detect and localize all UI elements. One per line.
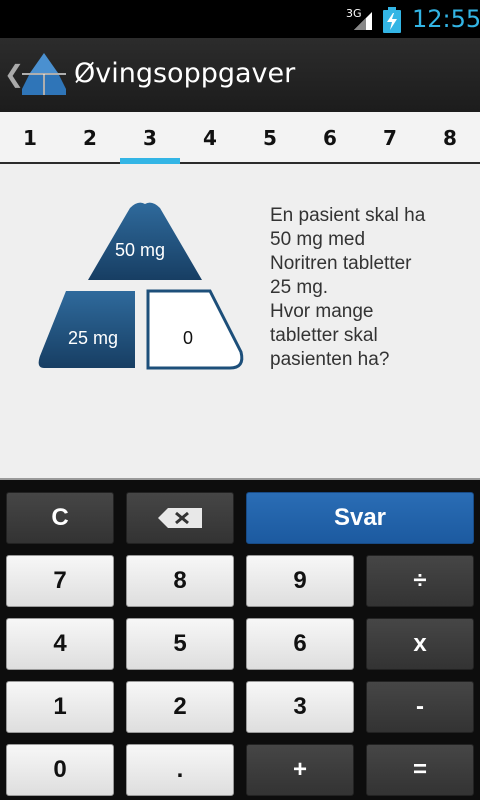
tab-2[interactable]: 2 bbox=[60, 112, 120, 162]
pyramid-top-value: 50 mg bbox=[115, 240, 165, 260]
divide-button[interactable]: ÷ bbox=[366, 555, 474, 607]
question-text: En pasient skal ha 50 mg med Noritren ta… bbox=[270, 204, 470, 372]
answer-box[interactable] bbox=[146, 289, 244, 370]
backspace-button[interactable] bbox=[126, 492, 234, 544]
tab-8[interactable]: 8 bbox=[420, 112, 480, 162]
question-line: 50 mg med bbox=[270, 229, 366, 250]
app-logo-icon[interactable] bbox=[20, 51, 68, 97]
tab-1[interactable]: 1 bbox=[0, 112, 60, 162]
question-line: pasienten ha? bbox=[270, 349, 390, 370]
clock: 12:55 bbox=[412, 5, 480, 33]
calculator-keypad: C Svar 7 8 9 ÷ 4 5 6 x 1 2 3 - 0 . + = bbox=[0, 480, 480, 800]
digit-3-button[interactable]: 3 bbox=[246, 681, 354, 733]
dosage-pyramid: 50 mg 25 mg 0 bbox=[38, 202, 244, 370]
digit-9-button[interactable]: 9 bbox=[246, 555, 354, 607]
exercise-tabs: 1 2 3 4 5 6 7 8 bbox=[0, 112, 480, 164]
digit-8-button[interactable]: 8 bbox=[126, 555, 234, 607]
clear-button[interactable]: C bbox=[6, 492, 114, 544]
battery-charging-icon bbox=[383, 7, 401, 33]
tab-5[interactable]: 5 bbox=[240, 112, 300, 162]
digit-4-button[interactable]: 4 bbox=[6, 618, 114, 670]
tab-4[interactable]: 4 bbox=[180, 112, 240, 162]
action-bar: ❮ Øvingsoppgaver bbox=[0, 38, 480, 112]
signal-icon bbox=[354, 12, 372, 30]
digit-5-button[interactable]: 5 bbox=[126, 618, 234, 670]
page-title: Øvingsoppgaver bbox=[74, 58, 296, 89]
plus-button[interactable]: + bbox=[246, 744, 354, 796]
question-line: 25 mg. bbox=[270, 277, 329, 298]
question-line: tabletter skal bbox=[270, 325, 378, 346]
question-line: Hvor mange bbox=[270, 301, 374, 322]
tab-6[interactable]: 6 bbox=[300, 112, 360, 162]
question-line: En pasient skal ha bbox=[270, 205, 426, 226]
question-line: Noritren tabletter bbox=[270, 253, 412, 274]
equals-button[interactable]: = bbox=[366, 744, 474, 796]
answer-submit-button[interactable]: Svar bbox=[246, 492, 474, 544]
answer-value: 0 bbox=[183, 328, 193, 348]
digit-2-button[interactable]: 2 bbox=[126, 681, 234, 733]
backspace-icon bbox=[158, 508, 202, 528]
tab-7[interactable]: 7 bbox=[360, 112, 420, 162]
digit-7-button[interactable]: 7 bbox=[6, 555, 114, 607]
exercise-content: 50 mg 25 mg 0 En pasient skal ha 50 mg m… bbox=[0, 164, 480, 480]
digit-1-button[interactable]: 1 bbox=[6, 681, 114, 733]
decimal-button[interactable]: . bbox=[126, 744, 234, 796]
digit-6-button[interactable]: 6 bbox=[246, 618, 354, 670]
tab-3[interactable]: 3 bbox=[120, 112, 180, 164]
digit-0-button[interactable]: 0 bbox=[6, 744, 114, 796]
status-bar: 3G 12:55 bbox=[0, 0, 480, 38]
minus-button[interactable]: - bbox=[366, 681, 474, 733]
pyramid-left-value: 25 mg bbox=[68, 328, 118, 348]
multiply-button[interactable]: x bbox=[366, 618, 474, 670]
